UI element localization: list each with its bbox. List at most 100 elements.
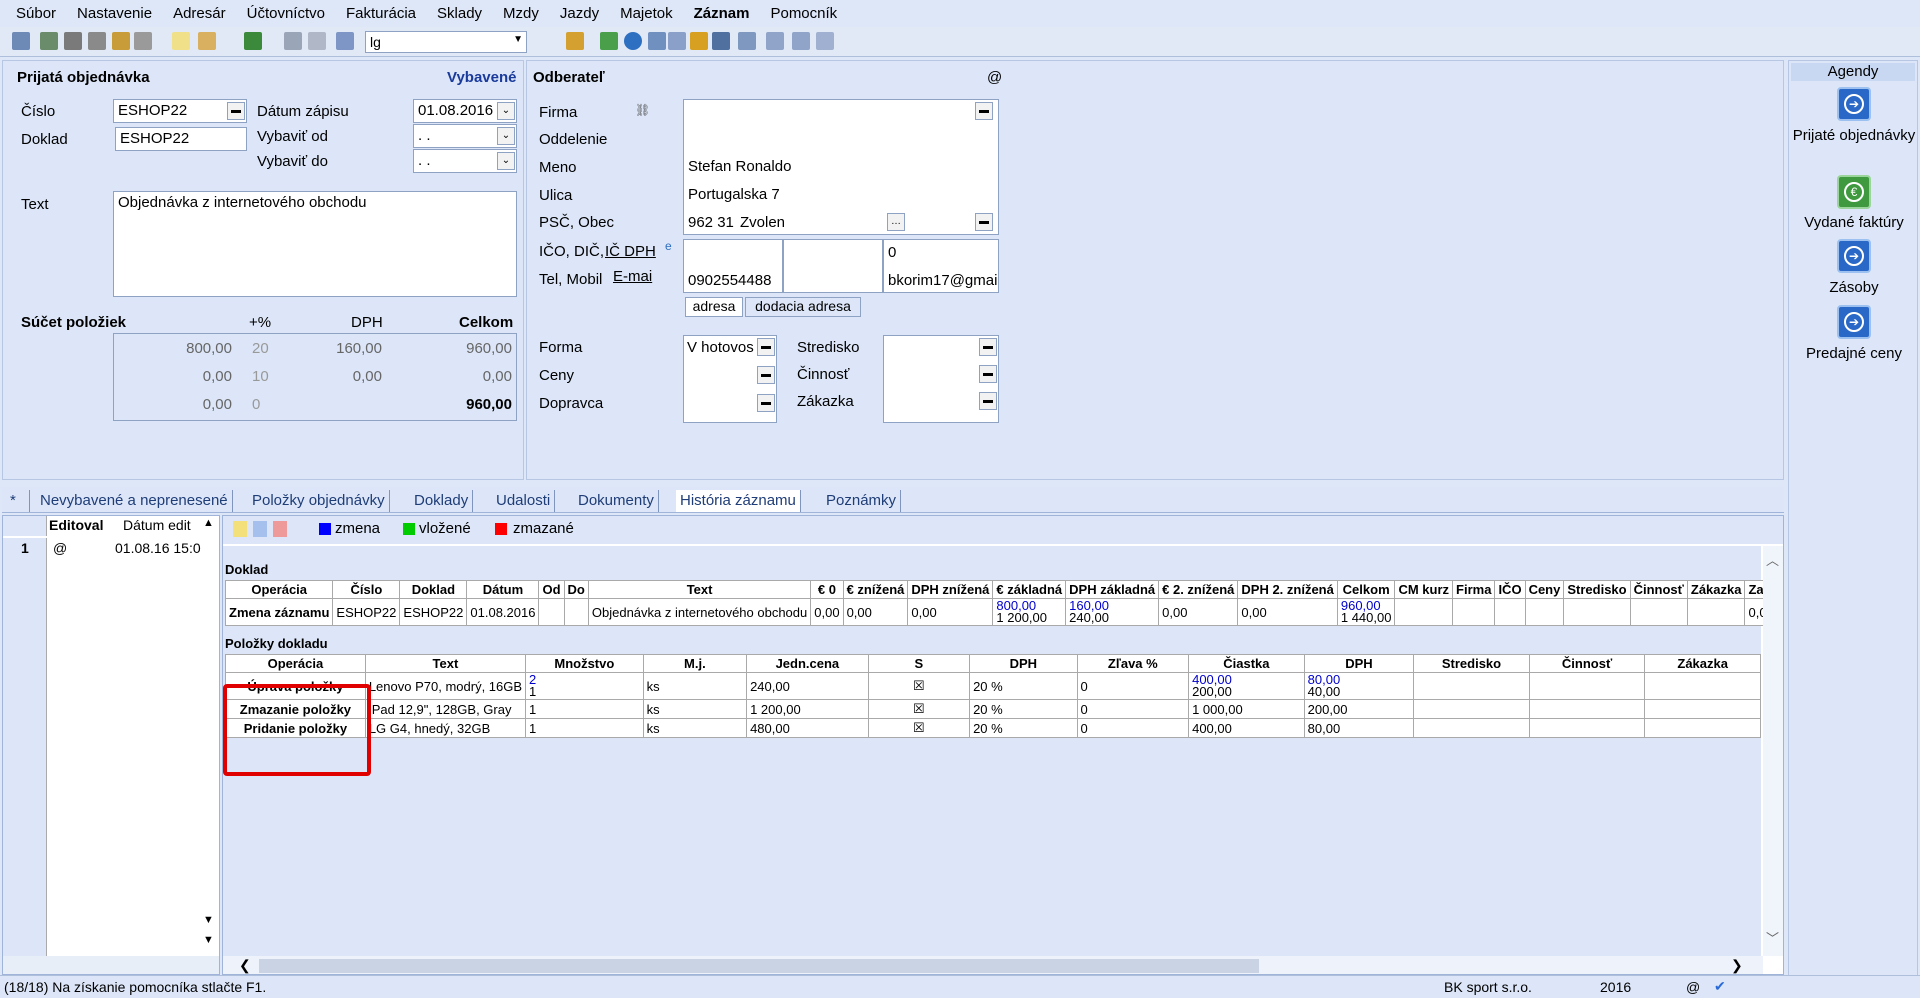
firma-picker-icon[interactable]: ▬ <box>975 102 993 120</box>
ean-icon[interactable] <box>712 32 730 50</box>
agenda-faktury-icon[interactable]: € <box>1837 175 1871 209</box>
doc-yellow-icon[interactable] <box>233 521 247 537</box>
menu-nastavenie[interactable]: Nastavenie <box>73 5 156 22</box>
new-icon[interactable] <box>172 32 190 50</box>
window-icon[interactable] <box>738 32 756 50</box>
obec-dropdown-icon[interactable]: ▬ <box>975 213 993 231</box>
chevron-down-icon[interactable]: ▼ <box>513 34 523 45</box>
menu-majetok[interactable]: Majetok <box>616 5 677 22</box>
tab-dodacia-adresa[interactable]: dodacia adresa <box>745 297 861 317</box>
menu-uctovnictvo[interactable]: Účtovníctvo <box>243 5 329 22</box>
ceny-picker-icon[interactable]: ▬ <box>757 366 775 384</box>
tab-adresa[interactable]: adresa <box>685 297 743 317</box>
globe-icon[interactable] <box>624 32 642 50</box>
toolbar-icon-6[interactable] <box>134 32 152 50</box>
date-dropdown-icon[interactable]: ⌄ <box>497 127 515 145</box>
folder-icon[interactable] <box>566 32 584 50</box>
table-row[interactable]: Zmazanie položky iPad 12,9", 128GB, Gray… <box>225 699 1761 719</box>
export-icon[interactable] <box>112 32 130 50</box>
date-dropdown-icon[interactable]: ⌄ <box>497 102 515 120</box>
icdph-link[interactable]: IČ DPH <box>605 243 656 260</box>
tab-historia[interactable]: História záznamu <box>676 490 801 512</box>
tools-icon[interactable] <box>816 32 834 50</box>
scroll-end-icon[interactable]: ▼ <box>203 934 214 946</box>
email-link[interactable]: E-mai <box>613 268 652 285</box>
col-datum[interactable]: Dátum edit <box>123 517 191 533</box>
agenda-faktury-label[interactable]: Vydané faktúry <box>1789 214 1919 231</box>
stredisko-picker-icon[interactable]: ▬ <box>979 338 997 356</box>
grid-icon[interactable] <box>648 32 666 50</box>
icdph-field[interactable]: 0 bkorim17@gmai <box>883 239 999 293</box>
tab-poznamky[interactable]: Poznámky <box>822 490 902 512</box>
print-icon[interactable] <box>64 32 82 50</box>
tag-icon[interactable] <box>600 32 618 50</box>
web-icon[interactable]: e <box>665 239 672 253</box>
check-icon[interactable]: ✔ <box>1714 978 1726 995</box>
cislo-picker-icon[interactable]: ▬ <box>227 102 245 120</box>
agenda-ceny-label[interactable]: Predajné ceny <box>1789 345 1919 362</box>
col-editoval[interactable]: Editoval <box>49 517 103 533</box>
agenda-zasoby-label[interactable]: Zásoby <box>1789 279 1919 296</box>
h-scrollbar[interactable] <box>3 956 219 974</box>
scroll-up-icon[interactable]: ︿ <box>1766 550 1779 569</box>
menu-adresar[interactable]: Adresár <box>169 5 230 22</box>
tab-polozky[interactable]: Položky objednávky <box>248 490 390 512</box>
menu-subor[interactable]: Súbor <box>12 5 60 22</box>
scroll-left-icon[interactable]: ❮ <box>239 957 251 974</box>
tab-nevybavene[interactable]: Nevybavené a neprenesené <box>36 490 233 512</box>
checkbox-icon[interactable]: ☒ <box>867 699 971 719</box>
agenda-prijate-label[interactable]: Prijaté objednávky <box>1789 127 1919 144</box>
zakazka-picker-icon[interactable]: ▬ <box>979 392 997 410</box>
save-icon[interactable] <box>284 32 302 50</box>
row-user[interactable]: @ <box>53 540 67 556</box>
copy-icon[interactable] <box>336 32 354 50</box>
table-row[interactable]: Pridanie položky LG G4, hnedý, 32GB 1 ks… <box>225 718 1761 738</box>
chain-icon[interactable]: ⛓ <box>635 103 650 117</box>
monitor-icon[interactable] <box>792 32 810 50</box>
row-date[interactable]: 01.08.16 15:0 <box>115 540 201 556</box>
h-scroll-thumb[interactable] <box>259 959 1259 973</box>
ico-field[interactable]: 0902554488 <box>683 239 783 293</box>
doc-red-icon[interactable] <box>273 521 287 537</box>
doc-blue-icon[interactable] <box>253 521 267 537</box>
menu-fakturacia[interactable]: Fakturácia <box>342 5 420 22</box>
edit-icon[interactable] <box>198 32 216 50</box>
doklad-row[interactable]: Zmena záznamu ESHOP22 ESHOP22 01.08.2016… <box>224 598 1783 626</box>
preview-icon[interactable] <box>88 32 106 50</box>
address-box[interactable]: Stefan Ronaldo Portugalska 7 962 31 Zvol… <box>683 99 999 235</box>
agenda-prijate-icon[interactable]: ➔ <box>1837 87 1871 121</box>
date-dropdown-icon[interactable]: ⌄ <box>497 152 515 170</box>
checkbox-icon[interactable]: ☒ <box>867 672 971 700</box>
menu-pomocnik[interactable]: Pomocník <box>766 5 841 22</box>
cancel-icon[interactable] <box>308 32 326 50</box>
doklad-field[interactable]: ESHOP22 <box>115 127 247 151</box>
menu-jazdy[interactable]: Jazdy <box>556 5 603 22</box>
scroll-down-icon[interactable]: ▼ <box>203 914 214 926</box>
tab-dokumenty[interactable]: Dokumenty <box>574 490 659 512</box>
scroll-down-icon[interactable]: ﹀ <box>1766 928 1779 947</box>
calc-icon[interactable] <box>668 32 686 50</box>
agenda-ceny-icon[interactable]: ➔ <box>1837 305 1871 339</box>
toolbar-search-combo[interactable]: lg ▼ <box>365 31 527 53</box>
toolbar-icon-1[interactable] <box>12 32 30 50</box>
menu-zaznam[interactable]: Záznam <box>690 5 754 22</box>
v-scrollbar[interactable]: ︿ ﹀ <box>1763 546 1783 956</box>
agenda-zasoby-icon[interactable]: ➔ <box>1837 239 1871 273</box>
tab-udalosti[interactable]: Udalosti <box>492 490 556 512</box>
menu-mzdy[interactable]: Mzdy <box>499 5 543 22</box>
scroll-up-icon[interactable]: ▲ <box>203 517 214 529</box>
dopravca-picker-icon[interactable]: ▬ <box>757 394 775 412</box>
menu-sklady[interactable]: Sklady <box>433 5 486 22</box>
checkbox-icon[interactable]: ☒ <box>867 718 971 738</box>
back-icon[interactable] <box>244 32 262 50</box>
dic-field[interactable] <box>783 239 883 293</box>
forma-picker-icon[interactable]: ▬ <box>757 338 775 356</box>
toolbar-icon-2[interactable] <box>40 32 58 50</box>
cinnost-picker-icon[interactable]: ▬ <box>979 365 997 383</box>
list-icon[interactable] <box>766 32 784 50</box>
obec-picker-icon[interactable]: … <box>887 213 905 231</box>
text-area[interactable]: Objednávka z internetového obchodu <box>113 191 517 297</box>
tab-doklady[interactable]: Doklady <box>410 490 474 512</box>
tab-asterisk[interactable]: * <box>6 490 30 512</box>
coins-icon[interactable] <box>690 32 708 50</box>
